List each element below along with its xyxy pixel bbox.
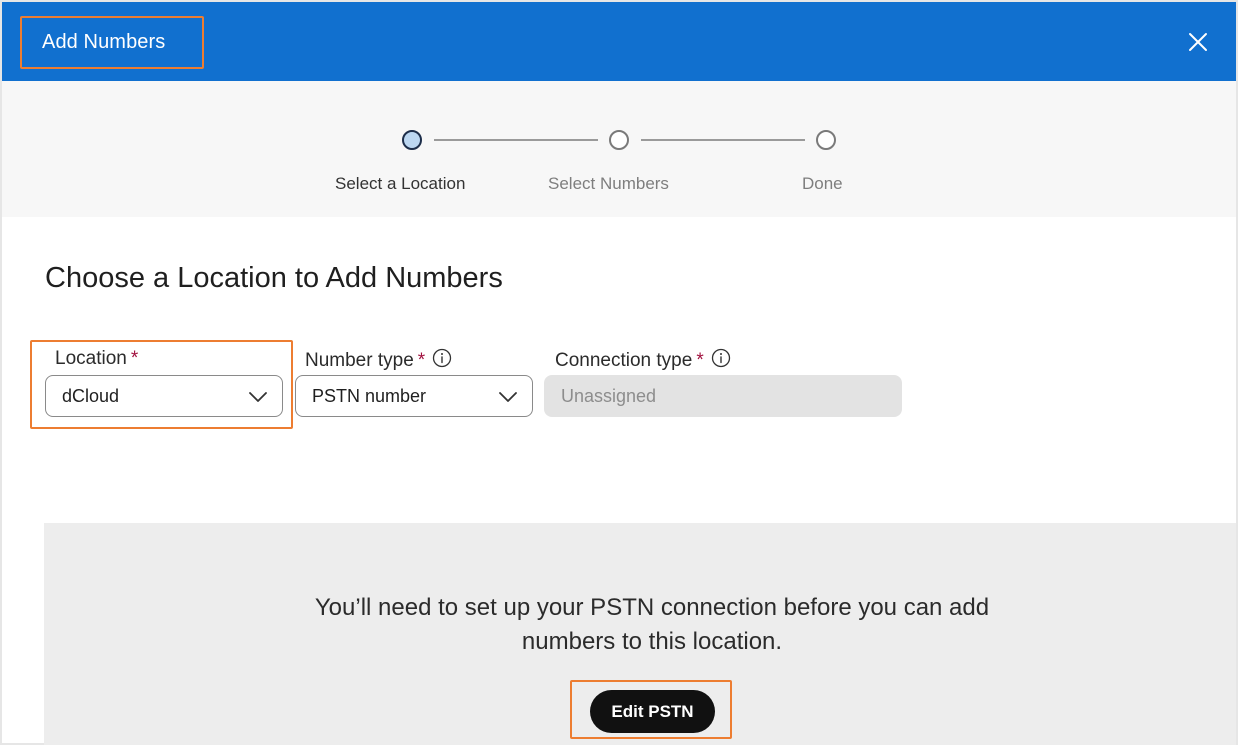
step-connector bbox=[434, 139, 598, 141]
pstn-notice-line-2: numbers to this location. bbox=[521, 628, 783, 655]
step-label-done: Done bbox=[802, 174, 843, 193]
dialog-title: Add Numbers bbox=[42, 31, 166, 53]
step-label-select-location: Select a Location bbox=[335, 174, 466, 193]
number-type-select[interactable]: PSTN number bbox=[295, 375, 533, 417]
number-type-label-text: Number type bbox=[305, 350, 414, 371]
step-dot-select-numbers bbox=[609, 130, 629, 150]
connection-type-field: Unassigned bbox=[544, 375, 902, 417]
pstn-notice-text: You’ll need to set up your PSTN connecti… bbox=[44, 591, 1238, 659]
page-title: Choose a Location to Add Numbers bbox=[45, 262, 503, 294]
connection-type-value: Unassigned bbox=[561, 386, 657, 406]
chevron-down-icon bbox=[248, 388, 268, 406]
number-type-select-value: PSTN number bbox=[312, 386, 427, 406]
step-dot-done bbox=[816, 130, 836, 150]
required-asterisk: * bbox=[696, 350, 704, 371]
close-icon[interactable] bbox=[1186, 30, 1210, 54]
step-label-select-numbers: Select Numbers bbox=[548, 174, 669, 193]
pstn-notice-line-1: You’ll need to set up your PSTN connecti… bbox=[314, 594, 990, 621]
connection-type-label: Connection type * bbox=[555, 348, 731, 372]
dialog-header: Add Numbers bbox=[2, 2, 1236, 81]
location-label: Location * bbox=[55, 348, 138, 370]
location-select[interactable]: dCloud bbox=[45, 375, 283, 417]
step-dot-select-location bbox=[402, 130, 422, 150]
location-label-text: Location bbox=[55, 348, 127, 369]
required-asterisk: * bbox=[130, 348, 139, 369]
connection-type-label-text: Connection type bbox=[555, 350, 693, 371]
progress-stepper: Select a Location Select Numbers Done bbox=[2, 81, 1236, 217]
chevron-down-icon bbox=[498, 388, 518, 406]
number-type-label: Number type * bbox=[305, 348, 452, 372]
info-icon[interactable] bbox=[711, 348, 731, 368]
location-select-value: dCloud bbox=[62, 386, 120, 406]
edit-pstn-button[interactable]: Edit PSTN bbox=[590, 690, 715, 733]
step-connector bbox=[641, 139, 805, 141]
required-asterisk: * bbox=[417, 350, 426, 371]
info-icon[interactable] bbox=[432, 348, 452, 368]
